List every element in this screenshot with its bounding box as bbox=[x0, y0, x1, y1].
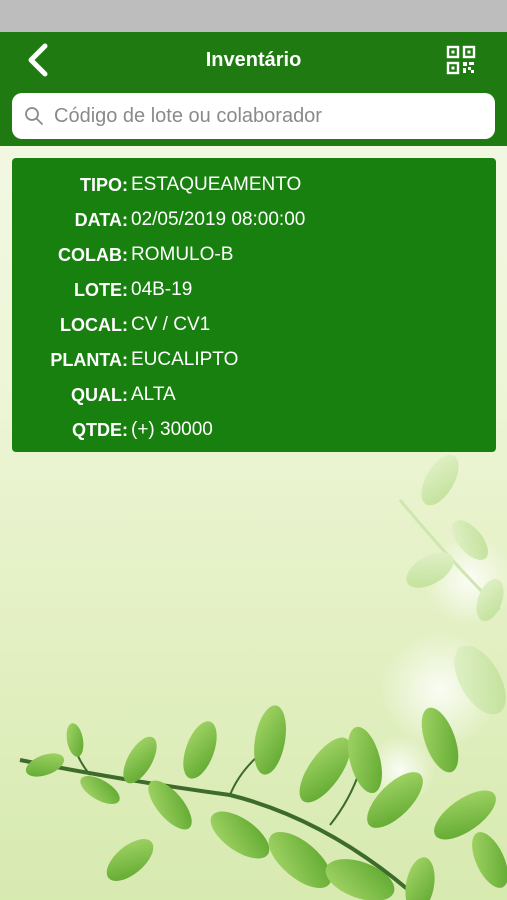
search-field[interactable] bbox=[12, 93, 495, 139]
search-icon bbox=[25, 107, 43, 125]
status-bar bbox=[0, 0, 507, 32]
field-row-lote: LOTE: 04B-19 bbox=[12, 275, 496, 305]
back-button[interactable] bbox=[18, 40, 58, 80]
field-label: DATA: bbox=[74, 210, 128, 230]
chevron-left-icon bbox=[28, 43, 48, 77]
field-row-tipo: TIPO: ESTAQUEAMENTO bbox=[12, 170, 496, 200]
field-row-local: LOCAL: CV / CV1 bbox=[12, 310, 496, 340]
field-label: LOCAL: bbox=[60, 315, 128, 335]
field-value: EUCALIPTO bbox=[131, 349, 239, 370]
field-label: PLANTA: bbox=[50, 350, 128, 370]
nav-bar: Inventário bbox=[0, 32, 507, 88]
field-value: ROMULO-B bbox=[131, 244, 234, 265]
inventory-record-card[interactable]: TIPO: ESTAQUEAMENTO DATA: 02/05/2019 08:… bbox=[12, 158, 496, 452]
field-row-qual: QUAL: ALTA bbox=[12, 380, 496, 410]
field-row-planta: PLANTA: EUCALIPTO bbox=[12, 345, 496, 375]
qr-code-icon bbox=[446, 45, 476, 75]
field-label: COLAB: bbox=[58, 245, 128, 265]
field-value: 02/05/2019 08:00:00 bbox=[131, 209, 306, 230]
field-label: QUAL: bbox=[71, 385, 128, 405]
field-value: 04B-19 bbox=[131, 279, 193, 300]
search-input[interactable] bbox=[52, 103, 476, 129]
field-label: TIPO: bbox=[80, 175, 128, 195]
page-title: Inventário bbox=[205, 49, 302, 71]
field-label: LOTE: bbox=[74, 280, 128, 300]
qr-scan-button[interactable] bbox=[443, 42, 479, 78]
field-value: CV / CV1 bbox=[131, 314, 211, 335]
field-row-data: DATA: 02/05/2019 08:00:00 bbox=[12, 205, 496, 235]
leaf-background-decoration bbox=[19, 454, 507, 900]
field-value: ESTAQUEAMENTO bbox=[131, 174, 302, 195]
field-value: ALTA bbox=[131, 384, 176, 405]
search-bar bbox=[0, 88, 507, 146]
field-row-colab: COLAB: ROMULO-B bbox=[12, 240, 496, 270]
